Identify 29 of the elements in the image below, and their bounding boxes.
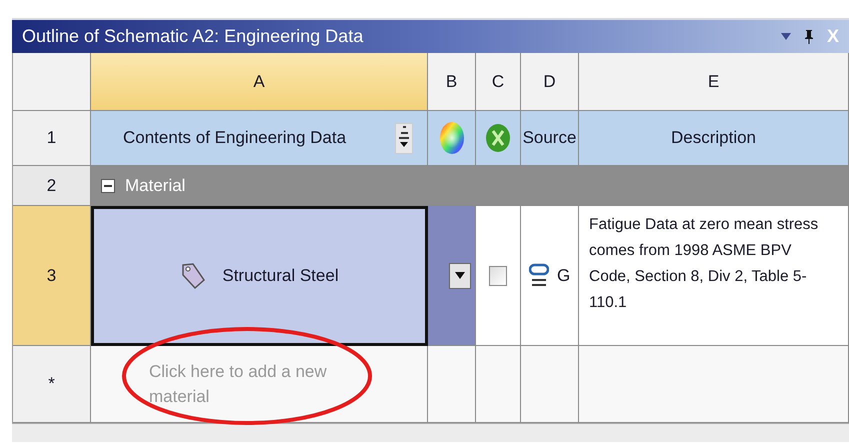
link-icon [529,262,549,288]
cross-circle-icon [485,123,511,153]
column-header: Source [521,111,579,166]
row-header[interactable]: 3 [13,206,91,346]
description-text: Fatigue Data at zero mean stress comes from 1998 ASME BPV Code, Section 8, Div 2, Table 5-110.1 [589,215,820,313]
material-name: Structural Steel [222,266,339,286]
group-label: Material [125,176,186,196]
checkbox[interactable] [489,266,507,286]
material-cell[interactable]: Structural Steel [91,206,428,346]
column-header[interactable]: E [579,53,849,111]
source-text: G [557,266,570,286]
column-header[interactable]: D [521,53,579,111]
column-header: Description [579,111,849,166]
column-header[interactable]: A [91,53,428,111]
header-text: Contents of Engineering Data [123,128,346,148]
color-wheel-icon [438,121,464,155]
sort-icon [396,124,412,148]
dropdown-button[interactable] [449,262,471,288]
column-header[interactable]: B [428,53,476,111]
pin-icon [802,28,815,44]
column-header[interactable]: C [476,53,521,111]
dropdown-icon [780,32,791,40]
tag-icon [180,262,206,290]
row-header[interactable]: 1 [13,111,91,166]
window-title: Outline of Schematic A2: Engineering Data [22,26,364,47]
row-header[interactable]: 2 [13,166,91,206]
row-header[interactable]: * [13,346,91,423]
collapse-icon[interactable] [101,178,115,192]
caret-icon [455,272,465,279]
